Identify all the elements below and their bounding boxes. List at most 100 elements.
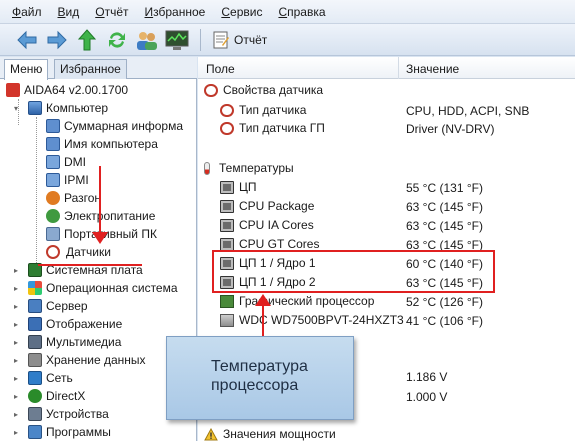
report-button[interactable]: Отчёт (207, 27, 273, 53)
row-value: 63 °C (145 °F) (406, 200, 483, 214)
dmi-icon (46, 155, 60, 169)
expand-icon[interactable]: ▸ (14, 392, 24, 401)
cpu-chip-icon (220, 180, 234, 194)
row-value: CPU, HDD, ACPI, SNB (406, 104, 530, 118)
tree-item-sensors[interactable]: Датчики (46, 243, 113, 261)
expand-icon[interactable]: ▸ (14, 338, 24, 347)
table-row[interactable]: CPU IA Cores (220, 216, 314, 234)
up-arrow-icon[interactable] (74, 27, 100, 53)
cpu-chip-icon (220, 218, 234, 232)
computer-name-icon (46, 137, 60, 151)
tree-item-network[interactable]: ▸ Сеть (14, 369, 73, 387)
table-row[interactable]: Тип датчика (220, 101, 306, 119)
toolbar-separator (200, 28, 201, 51)
tree-item-dmi[interactable]: DMI (46, 153, 86, 171)
tab-favorites[interactable]: Избранное (54, 59, 127, 79)
row-value: 52 °C (126 °F) (406, 295, 483, 309)
expand-icon[interactable]: ▸ (14, 266, 24, 275)
tree-item-directx[interactable]: ▸ DirectX (14, 387, 85, 405)
row-value: 1.186 V (406, 370, 448, 384)
tree-item-overclock[interactable]: Разгон (46, 189, 101, 207)
thermometer-icon (204, 161, 210, 175)
monitor-icon[interactable] (164, 27, 190, 53)
programs-icon (28, 425, 42, 439)
menu-service[interactable]: Сервис (213, 5, 270, 19)
menu-help[interactable]: Справка (270, 5, 333, 19)
windows-icon (28, 281, 42, 295)
computer-icon (28, 101, 42, 115)
tab-menu[interactable]: Меню (4, 59, 49, 80)
table-row[interactable]: ЦП (220, 178, 257, 196)
panel-tabs: Меню Избранное (0, 57, 197, 80)
highlight-box-cpu-cores (212, 250, 495, 293)
toolbar: Отчёт (0, 24, 575, 56)
tree-item-storage[interactable]: ▸ Хранение данных (14, 351, 146, 369)
sensor-gauge-icon (220, 121, 234, 135)
tree-item-summary[interactable]: Суммарная информа (46, 117, 183, 135)
hard-drive-icon (220, 313, 234, 327)
row-value: 63 °C (145 °F) (406, 219, 483, 233)
directx-icon (28, 389, 42, 403)
column-value[interactable]: Значение (406, 62, 459, 76)
power-icon (46, 209, 60, 223)
tree-item-display[interactable]: ▸ Отображение (14, 315, 122, 333)
table-row[interactable]: WDC WD7500BPVT-24HXZT3 (220, 311, 404, 329)
back-arrow-icon[interactable] (14, 27, 40, 53)
expand-icon[interactable]: ▸ (14, 428, 24, 437)
column-header: Поле Значение (198, 57, 575, 79)
warning-triangle-icon (204, 427, 218, 440)
table-row[interactable]: Тип датчика ГП (220, 119, 325, 137)
table-row[interactable]: Графический процессор (220, 292, 374, 310)
tree-root[interactable]: AIDA64 v2.00.1700 (6, 81, 128, 99)
multimedia-icon (28, 335, 42, 349)
sensor-gauge-icon (220, 103, 234, 117)
expand-icon[interactable]: ▸ (14, 374, 24, 383)
overclock-icon (46, 191, 60, 205)
forward-arrow-icon[interactable] (44, 27, 70, 53)
tree-item-computer-name[interactable]: Имя компьютера (46, 135, 158, 153)
cpu-chip-icon (220, 199, 234, 213)
expand-icon[interactable]: ▸ (14, 302, 24, 311)
menu-file[interactable]: Файл (4, 5, 50, 19)
expand-icon[interactable]: ▸ (14, 410, 24, 419)
refresh-icon[interactable] (104, 27, 130, 53)
row-value: 41 °C (106 °F) (406, 314, 483, 328)
tree-item-os[interactable]: ▸ Операционная система (14, 279, 178, 297)
devices-icon (28, 407, 42, 421)
row-value: 1.000 V (406, 390, 448, 404)
tree-item-multimedia[interactable]: ▸ Мультимедиа (14, 333, 121, 351)
tree-item-devices[interactable]: ▸ Устройства (14, 405, 109, 423)
collapse-icon[interactable]: ▾ (14, 104, 24, 113)
callout-text: Температура процессора (211, 358, 308, 394)
table-row[interactable]: CPU Package (220, 197, 314, 215)
column-field[interactable]: Поле (206, 62, 235, 76)
callout-pointer-arrowhead (255, 294, 271, 306)
menu-view[interactable]: Вид (50, 5, 88, 19)
section-sensor-properties: Свойства датчика (204, 81, 323, 99)
section-temperatures: Температуры (204, 159, 294, 177)
tree-item-ipmi[interactable]: IPMI (46, 171, 89, 189)
annotation-arrow-shaft (99, 166, 101, 238)
menu-report[interactable]: Отчёт (87, 5, 136, 19)
annotation-underline (38, 264, 142, 266)
tree-item-computer[interactable]: ▾ Компьютер (14, 99, 108, 117)
aida-logo-icon (6, 83, 20, 97)
expand-icon[interactable]: ▸ (14, 356, 24, 365)
network-icon (28, 371, 42, 385)
menu-bar: Файл Вид Отчёт Избранное Сервис Справка (0, 0, 575, 24)
expand-icon[interactable]: ▸ (14, 284, 24, 293)
users-icon[interactable] (134, 27, 160, 53)
tree-item-programs[interactable]: ▸ Программы (14, 423, 111, 441)
expand-icon[interactable]: ▸ (14, 320, 24, 329)
row-value: 55 °C (131 °F) (406, 181, 483, 195)
annotation-callout: Температура процессора (166, 336, 354, 420)
laptop-icon (46, 227, 60, 241)
tree-item-server[interactable]: ▸ Сервер (14, 297, 88, 315)
column-divider[interactable] (398, 57, 399, 79)
server-icon (28, 299, 42, 313)
storage-icon (28, 353, 42, 367)
summary-icon (46, 119, 60, 133)
row-value: Driver (NV-DRV) (406, 122, 495, 136)
menu-favorites[interactable]: Избранное (137, 5, 214, 19)
display-icon (28, 317, 42, 331)
